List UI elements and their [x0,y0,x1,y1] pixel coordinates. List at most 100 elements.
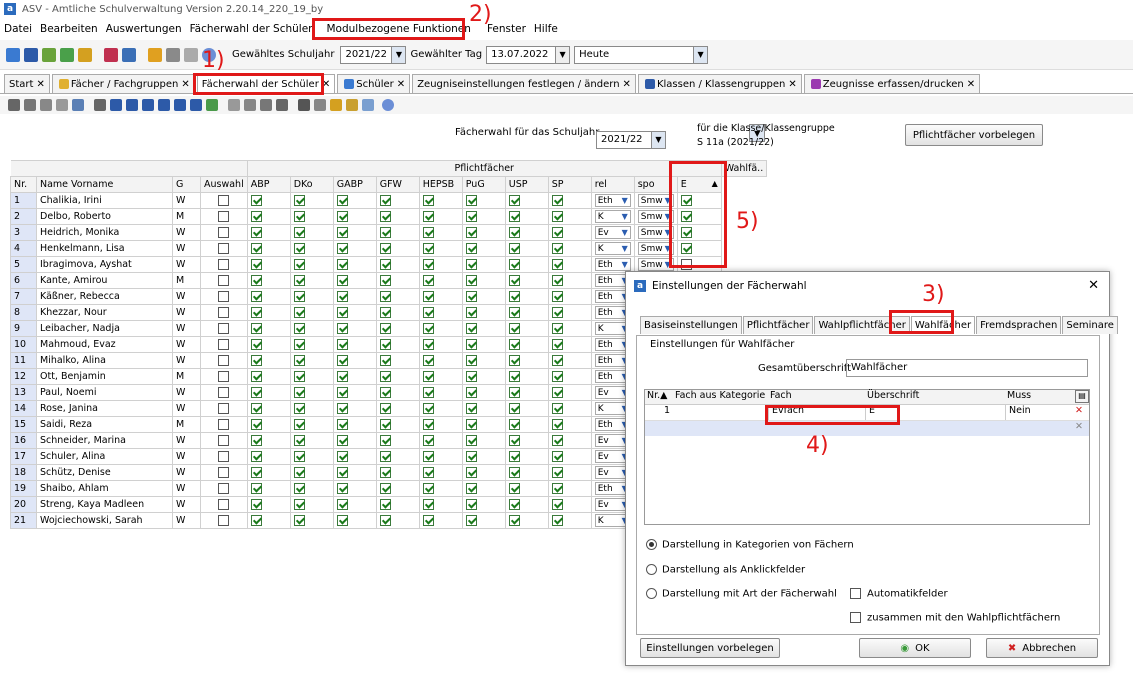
tab-zeugnisse[interactable]: Zeugnisse erfassen/drucken ✕ [803,74,981,93]
pflicht-checkbox[interactable] [336,467,348,478]
table-row[interactable]: 1 Chalikia, Irini W Eth ▼ Smw ▼ [10,192,767,209]
pflicht-checkbox[interactable] [293,195,305,206]
pflicht-checkbox[interactable] [465,227,477,238]
pflicht-checkbox[interactable] [379,419,391,430]
pflicht-checkbox[interactable] [422,451,434,462]
rel-select[interactable]: Ev ▼ [594,226,631,239]
auswahl-checkbox[interactable] [218,227,230,238]
help-icon[interactable] [382,99,394,111]
pflicht-checkbox[interactable] [508,275,520,286]
schuljahr-select[interactable]: 2021/22 ▼ [340,45,407,64]
pflicht-checkbox[interactable] [250,323,262,334]
radio-button[interactable] [646,564,657,575]
menu-fenster[interactable]: Fenster [487,23,526,35]
pflicht-checkbox[interactable] [465,307,477,318]
auswahl-checkbox[interactable] [218,435,230,446]
faecherwahl-schuljahr-select[interactable]: 2021/22 ▼ [596,130,666,149]
col-abp[interactable]: ABP [246,176,291,193]
col-nr[interactable]: Nr. [10,176,37,193]
pflicht-checkbox[interactable] [293,211,305,222]
pflicht-checkbox[interactable] [422,387,434,398]
pflicht-checkbox[interactable] [250,403,262,414]
subjects-icon[interactable] [60,47,74,62]
tab-start[interactable]: Start ✕ [4,74,50,93]
radio-kategorien[interactable]: Darstellung in Kategorien von Fächern [646,539,854,551]
pflicht-checkbox[interactable] [508,211,520,222]
auswahl-checkbox[interactable] [218,467,230,478]
col-name[interactable]: Name Vorname [36,176,173,193]
pflicht-checkbox[interactable] [422,275,434,286]
form-icon[interactable] [72,99,84,111]
check-zusammen[interactable]: zusammen mit den Wahlpflichtfächern [850,612,1060,624]
pflicht-checkbox[interactable] [379,515,391,526]
dialog-tab-fremdsprachen[interactable]: Fremdsprachen [976,316,1062,334]
auswahl-checkbox[interactable] [218,483,230,494]
pflicht-checkbox[interactable] [336,419,348,430]
pflicht-checkbox[interactable] [336,515,348,526]
pflicht-checkbox[interactable] [508,483,520,494]
pflicht-checkbox[interactable] [379,355,391,366]
pflicht-checkbox[interactable] [336,291,348,302]
radio-button[interactable] [646,588,657,599]
refresh-icon[interactable] [206,99,218,111]
pflicht-checkbox[interactable] [551,211,563,222]
pflicht-checkbox[interactable] [336,275,348,286]
pflicht-checkbox[interactable] [508,515,520,526]
auswahl-checkbox[interactable] [218,259,230,270]
pflicht-checkbox[interactable] [379,323,391,334]
pflicht-checkbox[interactable] [551,515,563,526]
next-icon[interactable] [158,99,170,111]
back-icon[interactable] [228,99,240,111]
heute-select[interactable]: Heute ▼ [574,45,709,64]
auswahl-checkbox[interactable] [218,243,230,254]
menu-auswertungen[interactable]: Auswertungen [106,23,182,35]
print-icon[interactable] [298,99,310,111]
col-dko[interactable]: DKo [289,176,334,193]
pflicht-checkbox[interactable] [508,339,520,350]
close-icon[interactable]: ✕ [967,79,975,90]
tab-klassen[interactable]: Klassen / Klassengruppen ✕ [637,74,802,93]
teachers-icon[interactable] [42,47,56,62]
pflicht-checkbox[interactable] [551,323,563,334]
pflicht-checkbox[interactable] [551,451,563,462]
pflicht-checkbox[interactable] [250,451,262,462]
pflicht-checkbox[interactable] [508,307,520,318]
ok-button[interactable]: ◉ OK [859,638,971,658]
filter-icon[interactable] [330,99,342,111]
pflicht-checkbox[interactable] [379,451,391,462]
pflicht-checkbox[interactable] [551,291,563,302]
pflicht-checkbox[interactable] [250,435,262,446]
preview-icon[interactable] [314,99,326,111]
pflicht-checkbox[interactable] [336,451,348,462]
pflicht-checkbox[interactable] [336,227,348,238]
auswahl-checkbox[interactable] [218,211,230,222]
copy-icon[interactable] [260,99,272,111]
pflicht-checkbox[interactable] [336,483,348,494]
pflicht-checkbox[interactable] [250,275,262,286]
auswahl-checkbox[interactable] [218,291,230,302]
pflicht-checkbox[interactable] [293,515,305,526]
rel-select[interactable]: Eth ▼ [594,194,631,207]
undo-icon[interactable] [40,99,52,111]
pflicht-checkbox[interactable] [336,435,348,446]
pflicht-checkbox[interactable] [379,259,391,270]
rel-select[interactable]: Eth ▼ [594,258,631,271]
pflicht-checkbox[interactable] [293,339,305,350]
auswahl-checkbox[interactable] [218,275,230,286]
pflicht-checkbox[interactable] [551,467,563,478]
pflicht-checkbox[interactable] [465,499,477,510]
pflicht-checkbox[interactable] [250,339,262,350]
pflicht-checkbox[interactable] [508,355,520,366]
table-row[interactable]: 2 Delbo, Roberto M K ▼ Smw ▼ [10,208,767,225]
menu-hilfe[interactable]: Hilfe [534,23,558,35]
pflicht-checkbox[interactable] [465,339,477,350]
pflicht-checkbox[interactable] [379,467,391,478]
pflicht-checkbox[interactable] [422,355,434,366]
report-icon[interactable] [122,47,136,62]
delete-icon[interactable] [56,99,68,111]
table-row[interactable]: 4 Henkelmann, Lisa W K ▼ Smw ▼ [10,240,767,257]
close-icon[interactable]: ✕ [788,79,796,90]
auswahl-checkbox[interactable] [218,371,230,382]
pflicht-checkbox[interactable] [293,243,305,254]
pflicht-checkbox[interactable] [250,371,262,382]
